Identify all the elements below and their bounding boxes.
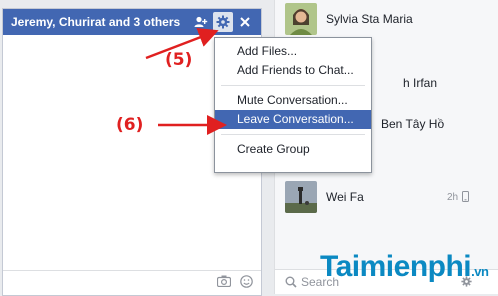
chat-title[interactable]: Jeremy, Churirat and 3 others (11, 15, 189, 29)
contact-time: 2h (447, 192, 459, 203)
contact-name: Ben Tây Hồ (381, 117, 445, 131)
contact-item[interactable]: Sylvia Sta Maria (285, 3, 413, 35)
watermark-suffix: .vn (471, 264, 489, 279)
menu-item-create-group[interactable]: Create Group (215, 140, 371, 159)
camera-icon[interactable] (216, 275, 232, 290)
contact-name: h Irfan (403, 76, 438, 90)
chat-header[interactable]: Jeremy, Churirat and 3 others (3, 9, 261, 35)
menu-item-add-friends[interactable]: Add Friends to Chat... (215, 61, 371, 80)
annotation-step6: (6) (116, 115, 144, 135)
chat-footer (3, 270, 261, 295)
watermark-logo: Taimienphi.vn (320, 250, 489, 284)
avatar (285, 3, 317, 35)
mobile-icon (462, 191, 469, 205)
menu-item-add-files[interactable]: Add Files... (215, 42, 371, 61)
menu-item-mute[interactable]: Mute Conversation... (215, 91, 371, 110)
add-friend-icon[interactable] (191, 12, 211, 32)
contact-name: Sylvia Sta Maria (326, 12, 413, 26)
watermark-main: Taimienphi (320, 250, 472, 283)
menu-divider (221, 134, 365, 135)
menu-divider (221, 85, 365, 86)
avatar (285, 181, 317, 213)
contact-item[interactable]: Wei Fa (285, 181, 364, 213)
close-icon[interactable] (235, 12, 255, 32)
chat-options-menu: Add Files... Add Friends to Chat... Mute… (214, 37, 372, 173)
gear-icon[interactable] (213, 12, 233, 32)
menu-item-leave[interactable]: Leave Conversation... (215, 110, 371, 129)
search-icon (285, 276, 297, 288)
emoji-icon[interactable] (240, 275, 253, 291)
contact-name: Wei Fa (326, 190, 364, 204)
annotation-step5: (5) (165, 50, 193, 70)
